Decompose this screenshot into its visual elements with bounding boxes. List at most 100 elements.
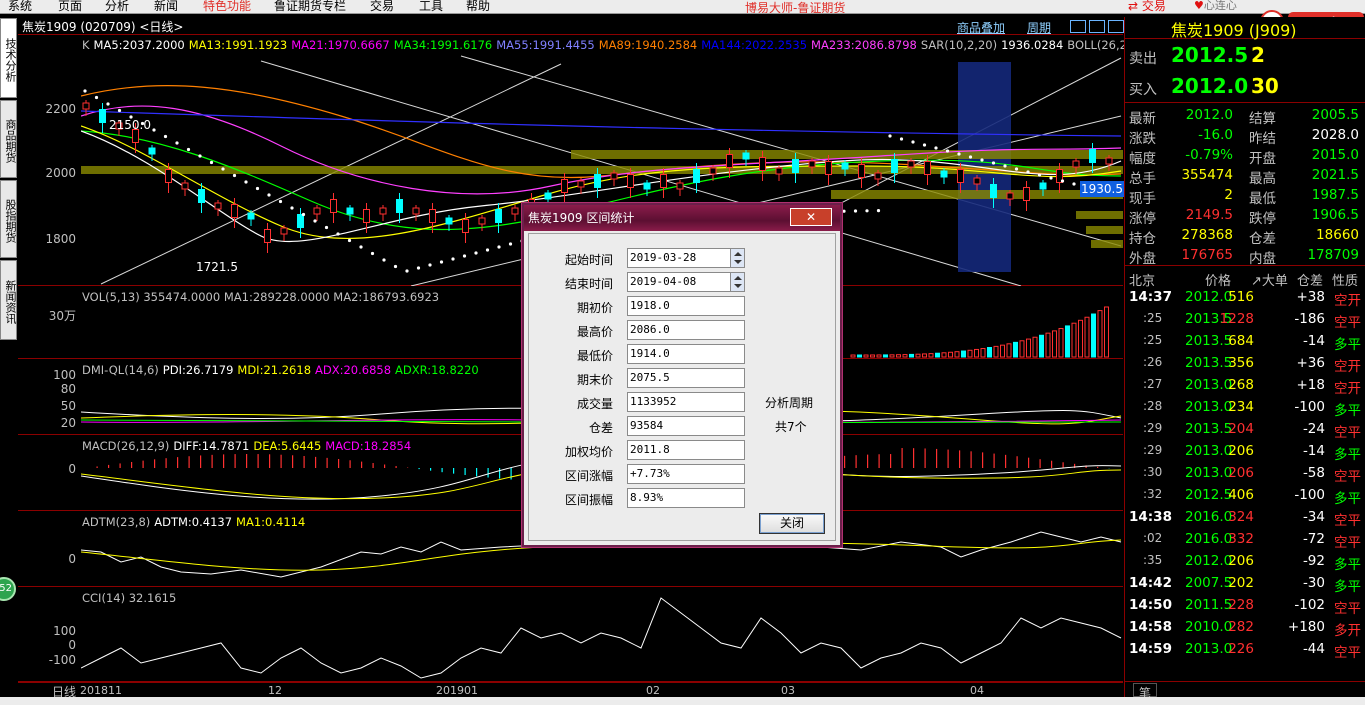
tick-row[interactable]: :30 2013.0 206 -58 空平	[1129, 465, 1361, 485]
macd-bar	[96, 466, 98, 468]
x-axis-label: 02	[646, 684, 660, 697]
tick-price: 2013.0	[1185, 443, 1233, 459]
menu-system[interactable]: 系统	[8, 0, 32, 13]
tick-row[interactable]: :25 2013.5 684 -14 多平	[1129, 333, 1361, 353]
stat-field[interactable]: 1914.0	[627, 344, 745, 364]
stat-value: 18660	[1316, 227, 1359, 243]
menu-luzheng-column[interactable]: 鲁证期货专栏	[274, 0, 346, 13]
trade-button[interactable]: ⇄ 交易	[1128, 0, 1172, 13]
menu-tools[interactable]: 工具	[419, 0, 443, 13]
tick-row[interactable]: :26 2013.5 356 +36 空开	[1129, 355, 1361, 375]
volume-bar	[967, 349, 973, 358]
macd-bar	[476, 468, 478, 477]
sell-label: 卖出	[1129, 51, 1157, 67]
spinner-icon[interactable]	[730, 273, 744, 291]
contract-name: 焦炭1909 (J909)	[1171, 21, 1297, 40]
tick-list[interactable]: 14:37 2012.0 516 +38 空开:25 2013.5 1228 -186 空平:2…	[1125, 289, 1365, 677]
tick-type: 空开	[1334, 293, 1361, 309]
menu-page[interactable]: 页面	[58, 0, 82, 13]
macd-bar	[165, 458, 167, 468]
menu-features[interactable]: 特色功能	[203, 0, 251, 13]
macd-bar	[257, 454, 259, 468]
adtm-axis-label: 0	[68, 552, 76, 566]
tick-oi-diff: -102	[1294, 597, 1325, 613]
stat-field[interactable]: +7.73%	[627, 464, 745, 484]
close-button[interactable]: 关闭	[759, 513, 825, 534]
tick-row[interactable]: :27 2013.0 268 +18 空开	[1129, 377, 1361, 397]
tab-index-futures[interactable]: 股指期货	[0, 180, 17, 258]
sar-dot	[474, 251, 478, 255]
notification-badge[interactable]: 52	[0, 577, 16, 601]
tick-time: 14:37	[1129, 289, 1172, 305]
tick-row[interactable]: :32 2012.5 406 -100 多平	[1129, 487, 1361, 507]
tick-row[interactable]: :02 2016.0 332 -72 空平	[1129, 531, 1361, 551]
sar-dot	[290, 206, 294, 210]
volume-bar	[961, 350, 966, 358]
tick-type: 空平	[1334, 315, 1361, 331]
dialog-title-bar[interactable]: 焦炭1909 区间统计 ✕	[524, 205, 840, 231]
tick-row[interactable]: :28 2013.0 234 -100 多平	[1129, 399, 1361, 419]
candle-body	[297, 214, 304, 228]
tick-oi-diff: -14	[1302, 443, 1325, 459]
connect-button[interactable]: ♥心连心	[1194, 0, 1237, 13]
date-field[interactable]: 2019-04-08	[627, 272, 745, 292]
stat-label: 涨停	[1129, 211, 1156, 227]
candle-body	[891, 159, 898, 173]
stat-field[interactable]: 2086.0	[627, 320, 745, 340]
candle-body	[412, 207, 420, 215]
spinner-icon[interactable]	[730, 249, 744, 267]
tick-volume: 324	[1228, 509, 1254, 525]
menu-bar: 系统 页面 分析 新闻 特色功能 鲁证期货专栏 交易 工具 帮助 博易大师-鲁证…	[0, 0, 1365, 14]
stat-field[interactable]: 93584	[627, 416, 745, 436]
stat-value: -0.79%	[1185, 147, 1233, 163]
stat-field[interactable]: 1133952	[627, 392, 745, 412]
tick-tab[interactable]: 笔	[1133, 683, 1157, 700]
macd-bar	[119, 463, 121, 468]
window-grid-icon[interactable]	[1070, 20, 1086, 33]
sar-dot	[968, 155, 973, 159]
stat-field[interactable]: 2011.8	[627, 440, 745, 460]
tab-commodity-futures[interactable]: 商品期货	[0, 100, 17, 178]
stat-field[interactable]: 1918.0	[627, 296, 745, 316]
field-label: 最高价	[576, 325, 613, 339]
buy-label: 买入	[1129, 82, 1157, 98]
tab-label: 新闻资讯	[4, 280, 17, 324]
tick-row[interactable]: 14:58 2010.0 282 +180 多开	[1129, 619, 1361, 639]
tick-row[interactable]: 14:42 2007.5 202 -30 多平	[1129, 575, 1361, 595]
stat-field[interactable]: 8.93%	[627, 488, 745, 508]
menu-analysis[interactable]: 分析	[105, 0, 129, 13]
tick-row[interactable]: 14:50 2011.5 228 -102 空平	[1129, 597, 1361, 617]
tick-header-time: 北京	[1129, 274, 1156, 289]
menu-trade[interactable]: 交易	[370, 0, 394, 13]
window-restore-icon[interactable]	[1108, 20, 1124, 33]
menu-help[interactable]: 帮助	[466, 0, 490, 13]
tab-news[interactable]: 新闻资讯	[0, 260, 17, 340]
tick-row[interactable]: :29 2013.5 204 -24 空平	[1129, 421, 1361, 441]
macd-bar	[453, 468, 455, 474]
date-field[interactable]: 2019-03-28	[627, 248, 745, 268]
candle-body	[957, 169, 964, 183]
quote-stat-row: 幅度 -0.79% 开盘 2015.0	[1129, 147, 1361, 167]
dialog-close-icon[interactable]: ✕	[790, 208, 832, 226]
window-layout-icon[interactable]	[1089, 20, 1105, 33]
sar-dot	[508, 242, 513, 246]
tick-row[interactable]: 14:38 2016.0 324 -34 空平	[1129, 509, 1361, 529]
macd-bar	[142, 460, 144, 468]
volume-bar	[1084, 316, 1090, 358]
tick-row[interactable]: 14:37 2012.0 516 +38 空开	[1129, 289, 1361, 309]
stat-value: 1987.5	[1311, 187, 1359, 203]
tick-row[interactable]: :35 2012.0 206 -92 多平	[1129, 553, 1361, 573]
candle-body	[247, 212, 255, 220]
cci-chart[interactable]	[81, 588, 1123, 682]
tick-row[interactable]: :29 2013.0 206 -14 多平	[1129, 443, 1361, 463]
tick-row[interactable]: 14:59 2013.0 226 -44 空平	[1129, 641, 1361, 661]
period-link[interactable]: 周期	[1027, 19, 1051, 36]
tick-row[interactable]: :25 2013.5 1228 -186 空平	[1129, 311, 1361, 331]
sar-dot	[117, 108, 122, 113]
tab-technical-analysis[interactable]: 技术分析	[0, 18, 17, 98]
menu-news[interactable]: 新闻	[154, 0, 178, 13]
volume-bar	[1091, 313, 1096, 358]
commodity-overlay-link[interactable]: 商品叠加	[957, 19, 1005, 36]
stat-field[interactable]: 2075.5	[627, 368, 745, 388]
quote-stat-row: 最新 2012.0 结算 2005.5	[1129, 107, 1361, 127]
